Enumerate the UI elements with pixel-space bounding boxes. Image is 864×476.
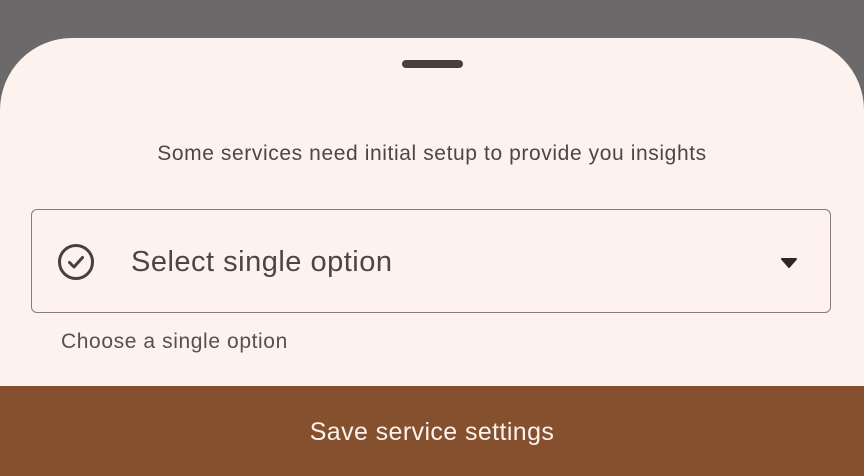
select-placeholder: Select single option	[131, 246, 393, 278]
single-option-select[interactable]: Select single option	[31, 209, 831, 313]
drag-handle[interactable]	[402, 60, 463, 68]
arrow-drop-down-icon[interactable]	[780, 256, 798, 268]
bottom-sheet: Some services need initial setup to prov…	[0, 38, 864, 476]
check-circle-icon	[57, 243, 95, 281]
save-service-settings-button[interactable]: Save service settings	[0, 386, 864, 476]
sheet-subtitle: Some services need initial setup to prov…	[157, 142, 707, 165]
select-helper-text: Choose a single option	[61, 330, 288, 353]
